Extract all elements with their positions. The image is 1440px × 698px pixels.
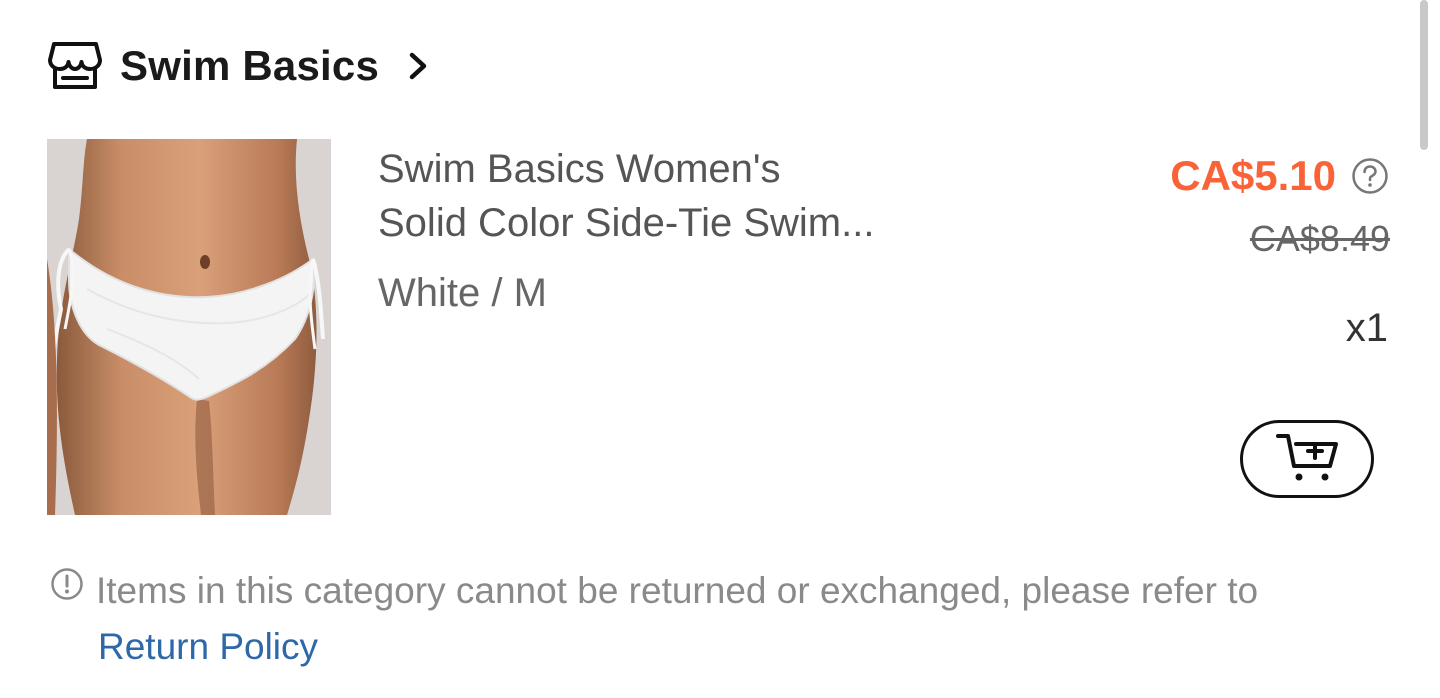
return-policy-link[interactable]: Return Policy [98,620,1410,674]
product-variant[interactable]: White / M [378,266,547,320]
store-icon [48,40,102,92]
product-title[interactable]: Swim Basics Women's Solid Color Side-Tie… [378,142,1018,250]
return-notice: Items in this category cannot be returne… [50,564,1410,674]
scrollbar[interactable] [1420,0,1428,150]
cart-item-card: Swim Basics Swim Basics Women's Solid Co… [0,0,1440,698]
help-circle-icon[interactable] [1350,156,1390,196]
notice-text: Items in this category cannot be returne… [96,570,1259,611]
product-title-line-2: Solid Color Side-Tie Swim... [378,201,875,245]
price-row: CA$5.10 [1170,152,1390,200]
product-title-line-1: Swim Basics Women's [378,147,781,191]
cart-plus-icon [1272,430,1342,489]
info-circle-icon [50,562,84,616]
product-image[interactable] [47,139,331,515]
store-name: Swim Basics [120,42,379,89]
store-header-link[interactable]: Swim Basics [48,38,433,94]
current-price: CA$5.10 [1170,152,1336,199]
original-price: CA$8.49 [1249,218,1390,259]
chevron-right-icon [407,51,433,81]
quantity-label: x1 [1345,306,1388,350]
add-to-cart-button[interactable] [1240,420,1374,498]
